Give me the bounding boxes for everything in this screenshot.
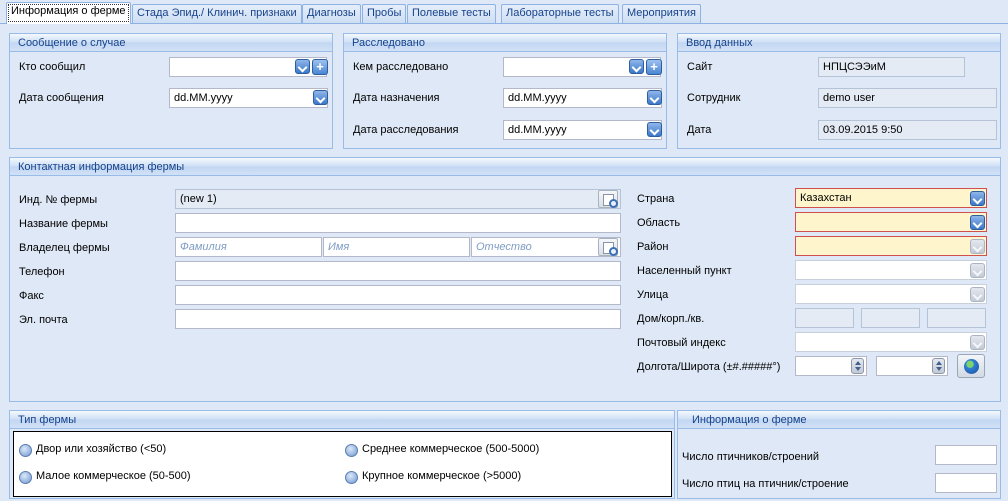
farm-type-panel-title: Тип фермы — [10, 411, 674, 429]
farm-info-panel-title: Информация о ферме — [678, 411, 1000, 429]
settlement-dropdown-icon[interactable] — [970, 263, 985, 278]
tab-field-tests[interactable]: Полевые тесты — [407, 4, 496, 23]
radio-small-commercial-label[interactable]: Малое коммерческое (50-500) — [36, 470, 191, 482]
investigation-panel-title: Расследовано — [344, 34, 666, 52]
house-number-field[interactable] — [795, 308, 854, 328]
contact-panel: Контактная информация фермы Инд. № фермы… — [9, 157, 1001, 402]
radio-large-commercial[interactable] — [345, 471, 358, 484]
data-entry-panel: Ввод данных Сайт НПЦСЭЭиМ Сотрудник demo… — [677, 33, 1001, 149]
country-dropdown-icon[interactable] — [970, 191, 985, 206]
farm-id-field: (new 1) — [175, 189, 621, 209]
fax-input[interactable] — [175, 285, 621, 305]
longitude-spinner-icon[interactable] — [851, 358, 864, 374]
radio-large-commercial-label[interactable]: Крупное коммерческое (>5000) — [362, 470, 521, 482]
farm-id-label: Инд. № фермы — [19, 194, 98, 206]
coords-label: Долгота/Широта (±#.#####°) — [637, 361, 781, 373]
site-label: Сайт — [687, 61, 713, 73]
farm-type-panel: Тип фермы Двор или хозяйство (<50) Малое… — [9, 410, 675, 499]
report-date-calendar-icon[interactable] — [313, 90, 328, 105]
map-globe-icon[interactable] — [957, 354, 985, 378]
rayon-label: Район — [637, 241, 669, 253]
investigation-date-calendar-icon[interactable] — [647, 122, 662, 137]
farm-search-icon[interactable] — [598, 190, 618, 208]
radio-small-commercial[interactable] — [19, 471, 32, 484]
assigned-date-label: Дата назначения — [353, 92, 440, 104]
notification-panel: Сообщение о случае Кто сообщил + Дата со… — [9, 33, 333, 149]
birds-per-barn-label: Число птиц на птичник/строение — [682, 478, 849, 490]
reported-by-dropdown-icon[interactable] — [295, 59, 310, 74]
postal-select[interactable] — [795, 332, 987, 352]
owner-last-name-input[interactable]: Фамилия — [175, 237, 322, 257]
phone-label: Телефон — [19, 266, 65, 278]
farm-name-label: Название фермы — [19, 218, 108, 230]
employee-field: demo user — [818, 88, 997, 108]
reported-by-label: Кто сообщил — [19, 61, 86, 73]
fax-label: Факс — [19, 290, 44, 302]
farm-info-panel: Информация о ферме Число птичников/строе… — [677, 410, 1001, 499]
contact-panel-title: Контактная информация фермы — [10, 158, 1000, 176]
tab-lab-tests[interactable]: Лабораторные тесты — [501, 4, 619, 23]
rayon-select[interactable] — [795, 236, 987, 256]
notification-panel-title: Сообщение о случае — [10, 34, 332, 52]
house-label: Дом/корп./кв. — [637, 313, 705, 325]
phone-input[interactable] — [175, 261, 621, 281]
region-dropdown-icon[interactable] — [970, 215, 985, 230]
assigned-date-field[interactable]: dd.MM.yyyy — [503, 88, 662, 108]
owner-label: Владелец фермы — [19, 242, 110, 254]
investigated-by-label: Кем расследовано — [353, 61, 449, 73]
assigned-date-calendar-icon[interactable] — [647, 90, 662, 105]
farm-type-radio-group: Двор или хозяйство (<50) Малое коммерчес… — [13, 431, 672, 497]
street-select[interactable] — [795, 284, 987, 304]
rayon-dropdown-icon[interactable] — [970, 239, 985, 254]
radio-medium-commercial-label[interactable]: Среднее коммерческое (500-5000) — [362, 443, 539, 455]
country-label: Страна — [637, 193, 675, 205]
barns-count-input[interactable] — [935, 445, 997, 465]
entry-date-field: 03.09.2015 9:50 — [818, 120, 997, 140]
settlement-select[interactable] — [795, 260, 987, 280]
building-field[interactable] — [861, 308, 920, 328]
tab-bar: Информация о ферме Стада Эпид./ Клинич. … — [0, 0, 1008, 24]
barns-count-label: Число птичников/строений — [682, 451, 819, 463]
latitude-spinner-icon[interactable] — [932, 358, 945, 374]
radio-medium-commercial[interactable] — [345, 444, 358, 457]
radio-backyard-label[interactable]: Двор или хозяйство (<50) — [36, 443, 166, 455]
postal-label: Почтовый индекс — [637, 337, 726, 349]
entry-date-label: Дата — [687, 124, 712, 136]
investigation-date-label: Дата расследования — [353, 124, 459, 136]
owner-search-icon[interactable] — [598, 238, 618, 256]
owner-first-name-input[interactable]: Имя — [323, 237, 470, 257]
site-field: НПЦСЭЭиМ — [818, 57, 965, 77]
data-entry-panel-title: Ввод данных — [678, 34, 1000, 52]
birds-per-barn-input[interactable] — [935, 473, 997, 493]
email-input[interactable] — [175, 309, 621, 329]
investigated-by-add-icon[interactable]: + — [646, 59, 662, 75]
tab-actions[interactable]: Мероприятия — [622, 4, 701, 23]
region-label: Область — [637, 217, 681, 229]
employee-label: Сотрудник — [687, 92, 741, 104]
settlement-label: Населенный пункт — [637, 265, 732, 277]
report-date-label: Дата сообщения — [19, 92, 104, 104]
street-dropdown-icon[interactable] — [970, 287, 985, 302]
tab-diagnoses[interactable]: Диагнозы — [302, 4, 361, 23]
report-date-field[interactable]: dd.MM.yyyy — [169, 88, 328, 108]
investigation-panel: Расследовано Кем расследовано + Дата наз… — [343, 33, 667, 149]
investigated-by-dropdown-icon[interactable] — [629, 59, 644, 74]
tab-farm-info[interactable]: Информация о ферме — [6, 2, 131, 24]
reported-by-add-icon[interactable]: + — [312, 59, 328, 75]
investigation-date-field[interactable]: dd.MM.yyyy — [503, 120, 662, 140]
country-select[interactable]: Казахстан — [795, 188, 987, 208]
tab-samples[interactable]: Пробы — [362, 4, 407, 23]
apartment-field[interactable] — [927, 308, 986, 328]
farm-name-input[interactable] — [175, 213, 621, 233]
region-select[interactable] — [795, 212, 987, 232]
email-label: Эл. почта — [19, 314, 68, 326]
radio-backyard[interactable] — [19, 444, 32, 457]
street-label: Улица — [637, 289, 669, 301]
postal-dropdown-icon[interactable] — [970, 335, 985, 350]
tab-herds-epid[interactable]: Стада Эпид./ Клинич. признаки — [132, 4, 302, 23]
